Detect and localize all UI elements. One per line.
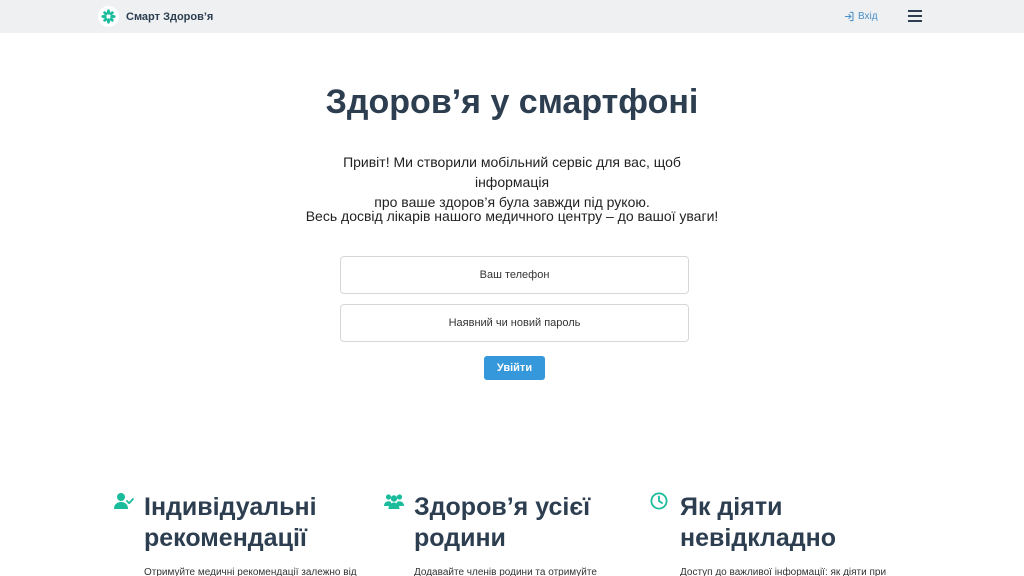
users-icon [384,492,404,515]
user-check-icon [114,492,134,515]
intro-text: Привіт! Ми створили мобільний сервіс для… [312,152,712,212]
feature-title: Індивідуальні рекомендації [144,493,317,552]
intro-line-1: Привіт! Ми створили мобільний сервіс для… [343,154,681,190]
login-label: Вхід [858,11,878,22]
login-link[interactable]: Вхід [844,10,878,23]
intro-text-secondary: Весь досвід лікарів нашого медичного цен… [305,208,719,224]
login-button[interactable]: Увійти [484,356,545,380]
brand-logo-icon [98,6,119,27]
feature-text: Отримуйте медичні рекомендації залежно в… [144,567,357,576]
feature-text: Додавайте членів родини та отримуйте [414,567,597,576]
phone-input[interactable] [340,256,689,294]
brand-name: Смарт Здоров’я [126,10,214,23]
navbar: Смарт Здоров’я Вхід [0,0,1024,33]
brand-link[interactable]: Смарт Здоров’я [98,6,213,27]
sign-in-icon [844,11,854,22]
feature-title: Здоров’я усієї родини [414,493,591,552]
feature-text: Доступ до важливої інформації: як діяти … [680,567,887,576]
clock-icon [650,492,668,515]
feature-title: Як діяти невідкладно [680,493,837,552]
hamburger-menu-icon[interactable] [908,9,922,23]
password-input[interactable] [340,304,689,342]
page-title: Здоров’я у смартфоні [325,83,699,121]
